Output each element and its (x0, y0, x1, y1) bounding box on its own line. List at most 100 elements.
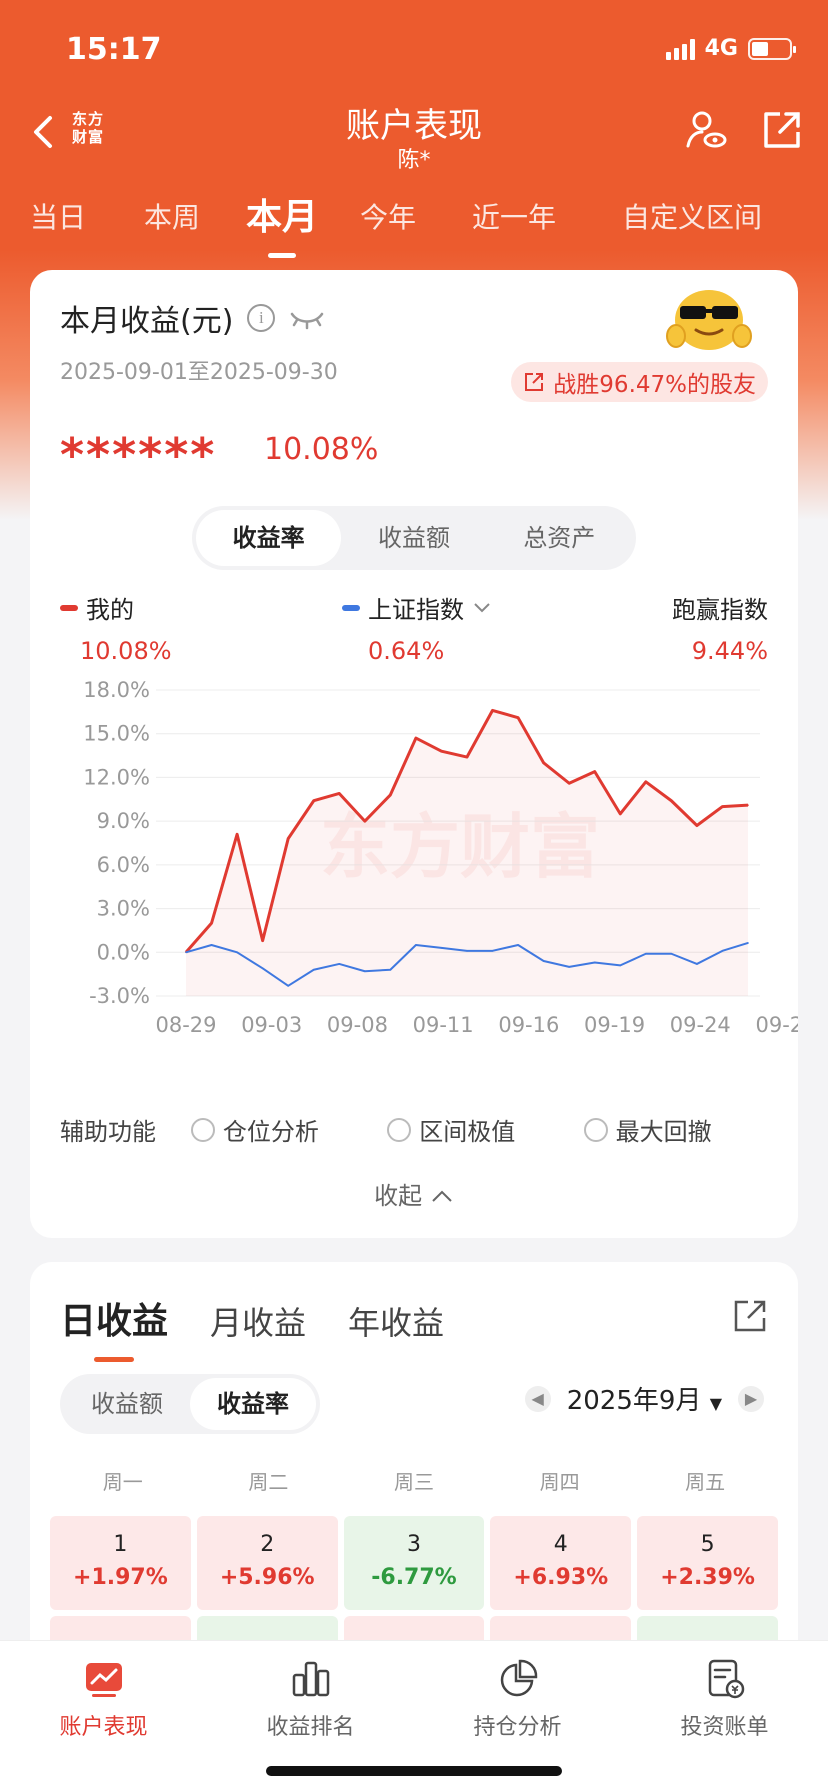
segment-total-assets[interactable]: 总资产 (487, 510, 632, 566)
signal-icon (665, 38, 695, 60)
next-month-icon[interactable]: ▶ (738, 1385, 764, 1412)
data-point-index (645, 952, 647, 955)
segment-return-amount[interactable]: 收益额 (341, 510, 486, 566)
nav-label: 持仓分析 (473, 1715, 562, 1740)
nav-label: 收益排名 (266, 1715, 355, 1740)
data-point-mine (747, 804, 749, 806)
calendar-day[interactable]: 2 +5.96% (196, 1516, 338, 1610)
day-rate: +1.97% (73, 1565, 168, 1590)
radio-circle-icon (583, 1117, 608, 1142)
radio-max-drawdown[interactable]: 最大回撤 (583, 1112, 780, 1147)
y-tick-label: 12.0% (83, 765, 150, 789)
data-point-index (185, 951, 187, 954)
day-number: 3 (406, 1532, 421, 1557)
y-tick-label: 6.0% (97, 853, 150, 877)
y-tick-label: 18.0% (83, 678, 150, 702)
prev-month-icon[interactable]: ◀ (524, 1385, 551, 1412)
weekday-label: 周五 (685, 1470, 726, 1494)
tab-today[interactable]: 当日 (30, 196, 86, 236)
radio-range-extremes[interactable]: 区间极值 (387, 1112, 583, 1147)
x-tick-label: 09-19 (584, 1013, 645, 1037)
aux-functions: 辅助功能 仓位分析 区间极值 最大回撤 (60, 1112, 780, 1147)
data-point-mine (364, 820, 366, 822)
cool-mascot-icon (666, 290, 752, 350)
data-point-index (287, 985, 289, 987)
legend-beat-value: 9.44% (691, 637, 768, 665)
return-line-chart[interactable]: 东方财富18.0%15.0%12.0%9.0%6.0%3.0%0.0%-3.0%… (30, 666, 798, 1066)
legend-index[interactable]: 上证指数 0.64% (342, 590, 492, 665)
calendar-day[interactable]: 4 +6.93% (490, 1516, 632, 1610)
pie-chart-icon (500, 1659, 537, 1697)
data-point-index (747, 942, 749, 944)
tab-one-year[interactable]: 近一年 (472, 196, 556, 236)
tab-ytd[interactable]: 今年 (360, 196, 416, 236)
calendar-day[interactable]: 3 -6.77% (343, 1516, 485, 1610)
month-select[interactable]: 2025年9月 ▼ (567, 1380, 722, 1417)
data-point-index (491, 950, 494, 952)
nav-account-performance[interactable]: 账户表现 (0, 1657, 207, 1741)
calendar-day[interactable]: 5 +2.39% (637, 1516, 778, 1610)
segment-rate[interactable]: 收益率 (190, 1378, 316, 1430)
tab-custom-range[interactable]: 自定义区间 (622, 196, 762, 236)
bar-chart-icon (292, 1661, 329, 1697)
radio-label: 区间极值 (419, 1118, 516, 1146)
date-range: 2025-09-01至2025-09-30 (60, 360, 338, 385)
share-icon[interactable] (760, 108, 804, 152)
data-point-mine (338, 792, 341, 795)
x-tick-label: 09-11 (413, 1013, 474, 1037)
nav-return-ranking[interactable]: 收益排名 (207, 1657, 414, 1741)
status-icons: 4G (665, 36, 796, 61)
summary-title-row: 本月收益(元) i (60, 296, 325, 340)
data-point-index (236, 951, 238, 954)
battery-icon (748, 37, 796, 60)
nav-investment-bill[interactable]: 投资账单 (621, 1657, 828, 1741)
aux-label: 辅助功能 (60, 1118, 156, 1146)
calendar-day[interactable]: 1 +1.97% (50, 1516, 191, 1610)
network-label: 4G (704, 36, 738, 61)
data-point-mine (261, 939, 264, 942)
y-tick-label: 9.0% (97, 809, 150, 833)
day-number: 4 (553, 1532, 568, 1557)
data-point-mine (415, 737, 417, 739)
data-point-index (364, 970, 366, 973)
tab-yearly-returns[interactable]: 年收益 (348, 1298, 444, 1344)
app-header: 东方财富 账户表现 陈* (0, 96, 828, 186)
tab-daily-returns[interactable]: 日收益 (60, 1292, 168, 1344)
day-rate: -6.77% (371, 1565, 457, 1590)
privacy-eye-icon[interactable] (684, 108, 728, 152)
weekday-header: 周一 周二 周三 周四 周五 (50, 1466, 778, 1495)
status-bar: 15:17 4G (0, 0, 828, 96)
data-point-index (568, 966, 570, 968)
data-point-mine (721, 805, 724, 808)
x-tick-label: 09-24 (670, 1013, 731, 1037)
nav-holdings-analysis[interactable]: 持仓分析 (414, 1657, 621, 1741)
hide-eye-icon[interactable] (289, 306, 325, 330)
radio-position-analysis[interactable]: 仓位分析 (190, 1112, 387, 1147)
legend-mine-value: 10.08% (80, 637, 172, 665)
segment-return-rate[interactable]: 收益率 (196, 510, 342, 566)
data-point-index (440, 947, 443, 949)
info-icon[interactable]: i (247, 304, 276, 332)
data-point-index (312, 968, 315, 971)
beat-peers-text: 战胜96.47%的股友 (553, 372, 756, 398)
legend-index-label: 上证指数 (368, 596, 464, 624)
data-point-mine (593, 770, 596, 773)
tab-week[interactable]: 本周 (144, 196, 200, 236)
data-point-index (210, 944, 213, 946)
tab-month[interactable]: 本月 (246, 188, 318, 240)
legend-beat: 跑赢指数 9.44% (672, 590, 768, 665)
data-point-mine (440, 750, 443, 752)
data-point-index (696, 963, 698, 965)
radio-circle-icon (190, 1117, 215, 1142)
segment-amount[interactable]: 收益额 (64, 1378, 190, 1430)
tab-monthly-returns[interactable]: 月收益 (210, 1298, 306, 1344)
share-icon[interactable] (732, 1298, 768, 1334)
data-point-mine (542, 762, 545, 764)
chevron-down-icon (474, 602, 490, 612)
nav-label: 账户表现 (59, 1715, 148, 1740)
beat-peers-badge[interactable]: 战胜96.47%的股友 (511, 362, 768, 402)
collapse-button[interactable]: 收起 (30, 1176, 798, 1211)
summary-title: 本月收益(元) (60, 304, 234, 339)
monthly-performance-card: 本月收益(元) i 2025-09-01至2025-09-30 战胜96.47%… (30, 270, 798, 1238)
weekday-label: 周四 (539, 1470, 580, 1494)
